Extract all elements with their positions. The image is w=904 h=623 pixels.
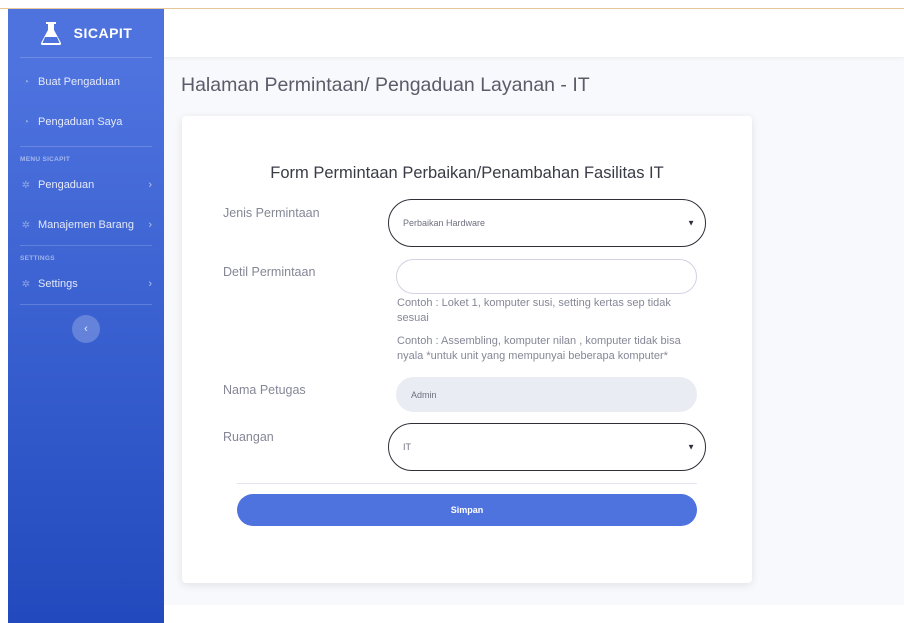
chevron-right-icon: › (148, 179, 152, 191)
form-card: Form Permintaan Perbaikan/Penambahan Fas… (182, 116, 752, 583)
form-divider (237, 483, 697, 484)
sidebar-item-label: Buat Pengaduan (38, 76, 120, 88)
detil-permintaan-label: Detil Permintaan (223, 265, 316, 279)
sidebar-item-pengaduan-saya[interactable]: ◔ Pengaduan Saya (8, 102, 164, 142)
sidebar-item-label: Manajemen Barang (38, 219, 135, 231)
chevron-right-icon: › (148, 278, 152, 290)
flask-icon (40, 22, 61, 45)
ruangan-label: Ruangan (223, 430, 274, 444)
sidebar-divider (20, 57, 152, 58)
brand[interactable]: SICAPIT (8, 9, 164, 57)
nama-petugas-input: Admin (396, 377, 697, 412)
sidebar-item-label: Settings (38, 278, 78, 290)
chevron-left-icon: ‹ (84, 323, 88, 335)
simpan-button[interactable]: Simpan (237, 494, 697, 526)
chevron-down-icon: ▼ (687, 442, 695, 452)
sidebar-toggle-button[interactable]: ‹ (72, 315, 100, 343)
gear-icon: ✲ (21, 219, 31, 231)
detil-help-text-1: Contoh : Loket 1, komputer susi, setting… (397, 297, 671, 324)
sidebar-heading-menu: MENU SICAPIT (20, 156, 71, 163)
sidebar-heading-settings: SETTINGS (20, 255, 55, 262)
sidebar-item-manajemen-barang[interactable]: ✲ Manajemen Barang › (8, 205, 164, 245)
detil-help-text-2: Contoh : Assembling, komputer nilan , ko… (397, 335, 681, 362)
ruangan-select[interactable]: IT ▼ (388, 423, 706, 471)
topbar (164, 9, 904, 57)
jenis-permintaan-select[interactable]: Perbaikan Hardware ▼ (388, 199, 706, 247)
sidebar-item-label: Pengaduan Saya (38, 116, 123, 128)
chevron-right-icon: › (148, 219, 152, 231)
gear-icon: ✲ (21, 278, 31, 290)
sidebar-divider (20, 304, 152, 305)
jenis-permintaan-value: Perbaikan Hardware (403, 218, 486, 228)
sidebar-item-settings[interactable]: ✲ Settings › (8, 264, 164, 304)
form-title: Form Permintaan Perbaikan/Penambahan Fas… (270, 164, 664, 182)
sidebar: SICAPIT ◔ Buat Pengaduan ◔ Pengaduan Say… (8, 9, 164, 623)
sidebar-item-label: Pengaduan (38, 179, 95, 191)
nama-petugas-value: Admin (411, 389, 437, 400)
sidebar-item-buat-pengaduan[interactable]: ◔ Buat Pengaduan (8, 62, 164, 102)
brand-name: SICAPIT (73, 25, 133, 41)
sidebar-item-pengaduan[interactable]: ✲ Pengaduan › (8, 165, 164, 205)
dashboard-icon: ◔ (22, 76, 30, 88)
detil-permintaan-input[interactable] (396, 259, 697, 294)
gear-icon: ✲ (21, 179, 31, 191)
dashboard-icon: ◔ (22, 116, 30, 128)
nama-petugas-label: Nama Petugas (223, 383, 306, 397)
simpan-button-label: Simpan (450, 505, 484, 515)
chevron-down-icon: ▼ (687, 218, 695, 228)
jenis-permintaan-label: Jenis Permintaan (223, 206, 320, 220)
ruangan-value: IT (403, 442, 411, 452)
page-title: Halaman Permintaan/ Pengaduan Layanan - … (181, 74, 590, 96)
